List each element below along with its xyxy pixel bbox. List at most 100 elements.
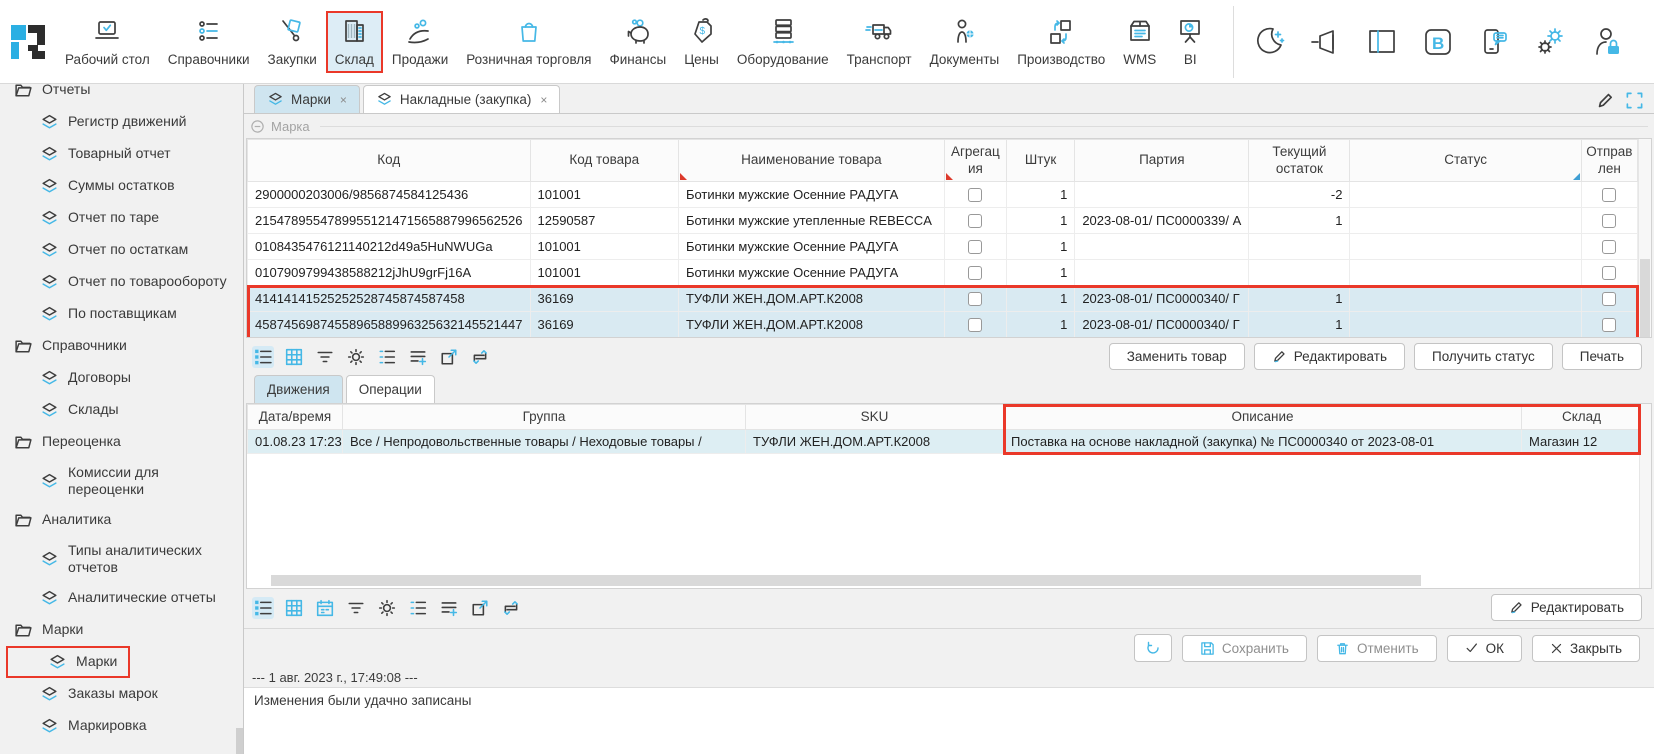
phone-chat-icon[interactable] xyxy=(1476,24,1512,60)
col-current-balance[interactable]: Текущий остаток xyxy=(1249,140,1350,182)
nav-equipment[interactable]: Оборудование xyxy=(728,11,838,73)
calendar-icon[interactable] xyxy=(314,597,336,619)
sent-checkbox[interactable] xyxy=(1602,240,1616,254)
table-row[interactable]: 2900000203006/9856874584125436 101001 Бо… xyxy=(248,182,1638,208)
col-batch[interactable]: Партия xyxy=(1075,140,1249,182)
sidebar-folder-revaluation[interactable]: Переоценка xyxy=(0,426,243,458)
bold-b-icon[interactable]: B xyxy=(1420,24,1456,60)
col-group[interactable]: Группа xyxy=(343,405,746,430)
nav-purchases[interactable]: Закупки xyxy=(259,11,326,73)
collapse-icon[interactable] xyxy=(250,119,265,134)
edit-button[interactable]: Редактировать xyxy=(1254,343,1405,370)
sidebar-folder-analytics[interactable]: Аналитика xyxy=(0,504,243,536)
vertical-scrollbar[interactable] xyxy=(1638,139,1651,337)
reload-icon[interactable] xyxy=(469,346,491,368)
table-view-icon[interactable] xyxy=(283,346,305,368)
col-product-name[interactable]: Наименование товара xyxy=(678,140,944,182)
col-sku[interactable]: SKU xyxy=(746,405,1004,430)
export-icon[interactable] xyxy=(438,346,460,368)
nav-desktop[interactable]: Рабочий стол xyxy=(56,11,159,73)
col-aggregation[interactable]: Агрегация xyxy=(944,140,1006,182)
tab-movements[interactable]: Движения xyxy=(254,375,343,403)
save-button[interactable]: Сохранить xyxy=(1182,635,1307,662)
aggregation-checkbox[interactable] xyxy=(968,266,982,280)
nav-wms[interactable]: WMS xyxy=(1114,11,1165,73)
filter-icon[interactable] xyxy=(345,597,367,619)
sidebar-item-by-suppliers[interactable]: По поставщикам xyxy=(0,298,243,330)
table-row-selected[interactable]: 01.08.23 17:23 Все / Непродовольственные… xyxy=(248,430,1642,454)
sent-checkbox[interactable] xyxy=(1602,318,1616,332)
table-row[interactable]: 0108435476121140212d49a5HuNWUGa 101001 Б… xyxy=(248,234,1638,260)
gear-icon[interactable] xyxy=(376,597,398,619)
nav-documents[interactable]: Документы xyxy=(921,11,1009,73)
print-button[interactable]: Печать xyxy=(1562,343,1642,370)
add-row-icon[interactable] xyxy=(407,346,429,368)
numbered-list-icon[interactable] xyxy=(407,597,429,619)
sidebar-item-revaluation-commissions[interactable]: Комиссии для переоценки xyxy=(0,458,243,504)
refresh-button[interactable] xyxy=(1134,634,1172,662)
edit-button[interactable]: Редактировать xyxy=(1491,594,1642,621)
sidebar-item-warehouses[interactable]: Склады xyxy=(0,394,243,426)
nav-production[interactable]: Производство xyxy=(1008,11,1114,73)
settings-gears-icon[interactable] xyxy=(1532,24,1568,60)
sidebar-folder-marks[interactable]: Марки xyxy=(0,614,243,646)
ok-button[interactable]: ОК xyxy=(1447,635,1522,662)
col-sent[interactable]: Отправлен xyxy=(1581,140,1637,182)
table-view-icon[interactable] xyxy=(283,597,305,619)
sent-checkbox[interactable] xyxy=(1602,188,1616,202)
col-qty[interactable]: Штук xyxy=(1006,140,1074,182)
list-view-icon[interactable] xyxy=(252,346,274,368)
megaphone-icon[interactable] xyxy=(1308,24,1344,60)
table-row-selected[interactable]: 41414141525252528745874587458 36169 ТУФЛ… xyxy=(248,286,1638,312)
col-status[interactable]: Статус xyxy=(1350,140,1581,182)
tab-invoices-purchase[interactable]: Накладные (закупка) × xyxy=(363,85,561,113)
add-row-icon[interactable] xyxy=(438,597,460,619)
col-code[interactable]: Код xyxy=(248,140,531,182)
nav-prices[interactable]: $ Цены xyxy=(675,11,728,73)
get-status-button[interactable]: Получить статус xyxy=(1414,343,1553,370)
sidebar-item-marking[interactable]: Маркировка xyxy=(0,710,243,742)
horizontal-scrollbar[interactable] xyxy=(271,575,1421,586)
cancel-button[interactable]: Отменить xyxy=(1317,635,1437,662)
nav-transport[interactable]: Транспорт xyxy=(838,11,921,73)
close-icon[interactable]: × xyxy=(540,93,547,107)
nav-bi[interactable]: BI xyxy=(1165,11,1215,73)
close-button[interactable]: Закрыть xyxy=(1532,635,1640,662)
col-description[interactable]: Описание xyxy=(1004,405,1522,430)
nav-warehouse[interactable]: Склад xyxy=(326,11,383,73)
nav-retail[interactable]: Розничная торговля xyxy=(457,11,600,73)
list-view-icon[interactable] xyxy=(252,597,274,619)
sidebar-folder-directories[interactable]: Справочники xyxy=(0,330,243,362)
numbered-list-icon[interactable] xyxy=(376,346,398,368)
col-product-code[interactable]: Код товара xyxy=(530,140,678,182)
edit-pencil-icon[interactable] xyxy=(1596,91,1615,110)
sent-checkbox[interactable] xyxy=(1602,214,1616,228)
table-row[interactable]: 0107909799438588212jJhU9grFj16A 101001 Б… xyxy=(248,260,1638,286)
close-icon[interactable]: × xyxy=(340,93,347,107)
vertical-scrollbar[interactable] xyxy=(1639,404,1651,588)
col-warehouse[interactable]: Склад xyxy=(1522,405,1642,430)
tab-operations[interactable]: Операции xyxy=(346,375,435,403)
table-row[interactable]: 2154789554789955121471565887996562526 12… xyxy=(248,208,1638,234)
aggregation-checkbox[interactable] xyxy=(968,240,982,254)
aggregation-checkbox[interactable] xyxy=(968,214,982,228)
sent-checkbox[interactable] xyxy=(1602,292,1616,306)
aggregation-checkbox[interactable] xyxy=(968,188,982,202)
sidebar-item-balances-report[interactable]: Отчет по остаткам xyxy=(0,234,243,266)
filter-icon[interactable] xyxy=(314,346,336,368)
sidebar-item-mark-orders[interactable]: Заказы марок xyxy=(0,678,243,710)
sidebar-item-goods-report[interactable]: Товарный отчет xyxy=(0,138,243,170)
sidebar-item-analytic-report-types[interactable]: Типы аналитических отчетов xyxy=(0,536,243,582)
nav-finance[interactable]: Финансы xyxy=(601,11,676,73)
nav-directories[interactable]: Справочники xyxy=(159,11,259,73)
sidebar-scrollbar[interactable] xyxy=(236,84,243,754)
nav-sales[interactable]: Продажи xyxy=(383,11,457,73)
sidebar-item-tare-report[interactable]: Отчет по таре xyxy=(0,202,243,234)
replace-product-button[interactable]: Заменить товар xyxy=(1109,343,1245,370)
export-icon[interactable] xyxy=(469,597,491,619)
aggregation-checkbox[interactable] xyxy=(968,292,982,306)
sidebar-folder-reports[interactable]: Отчеты xyxy=(0,84,243,106)
table-row-selected[interactable]: 4587456987455896588996325632145521447 36… xyxy=(248,312,1638,338)
gear-icon[interactable] xyxy=(345,346,367,368)
col-datetime[interactable]: Дата/время xyxy=(248,405,343,430)
